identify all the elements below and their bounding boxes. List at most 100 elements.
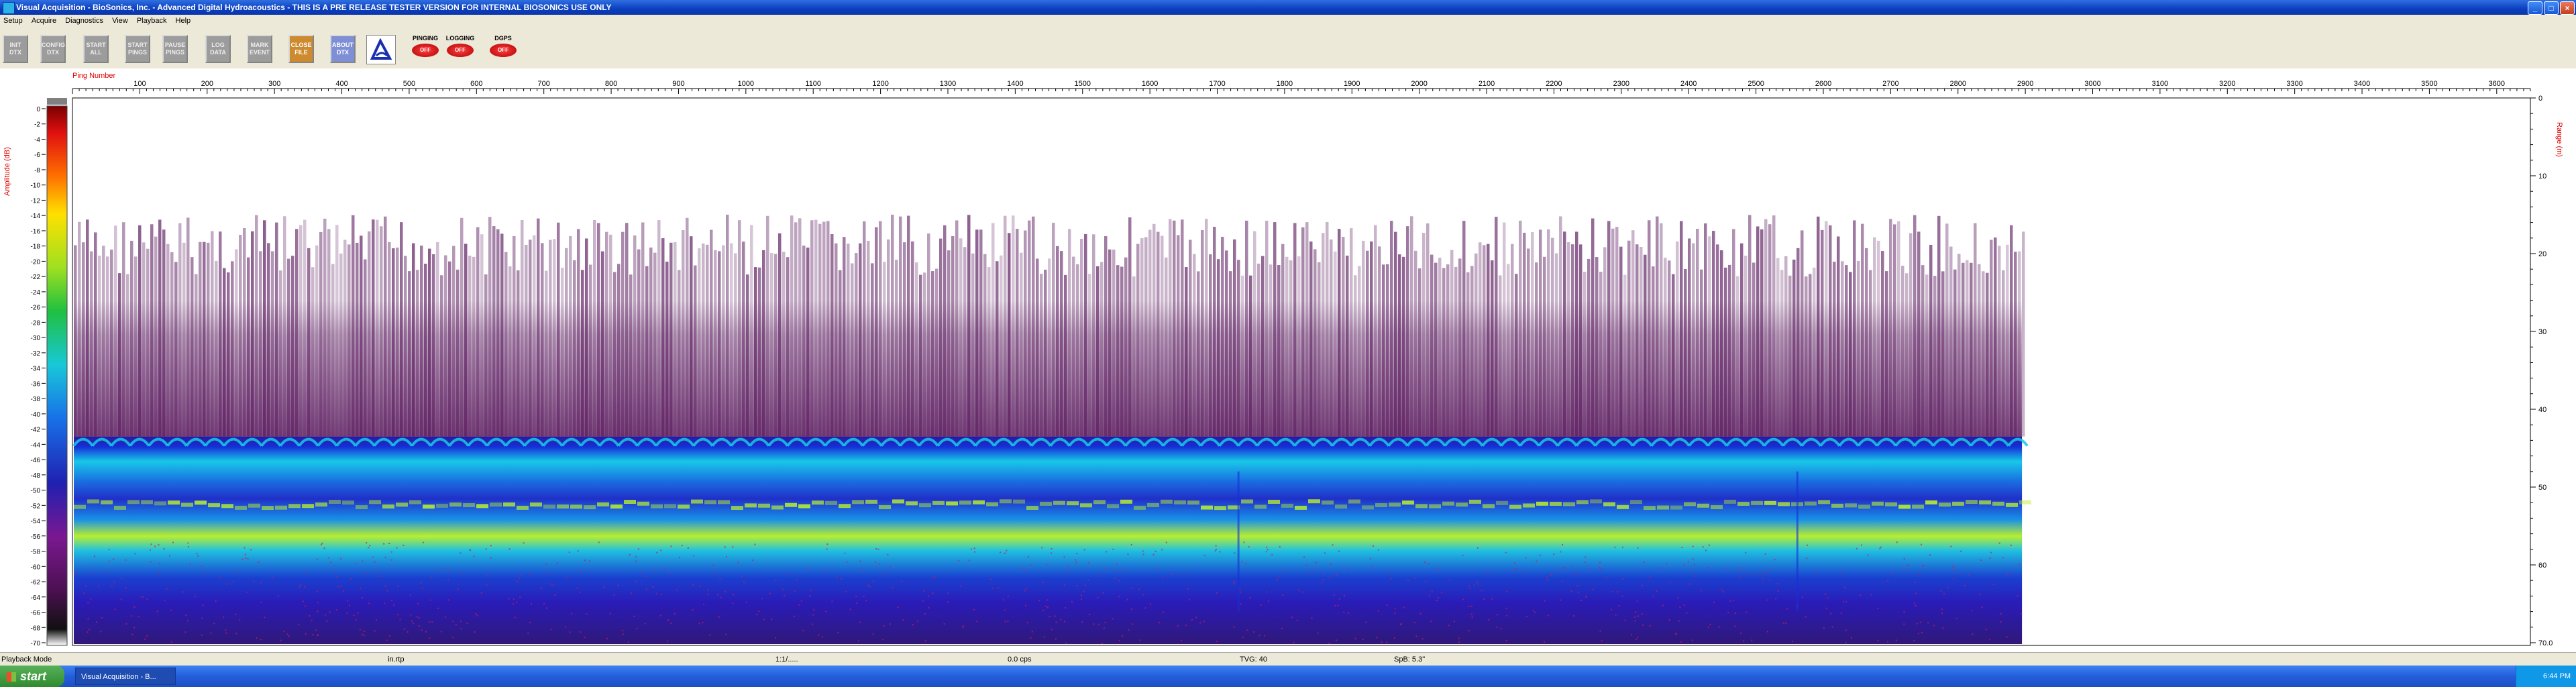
speckle-dot bbox=[378, 570, 380, 572]
speckle-dot bbox=[146, 635, 148, 637]
speckle-dot bbox=[1577, 592, 1579, 594]
core-segment bbox=[879, 505, 891, 509]
speckle-dot bbox=[1505, 551, 1507, 553]
speckle-dot bbox=[968, 560, 970, 562]
speckle-dot bbox=[1266, 591, 1267, 593]
speckle-dot bbox=[383, 543, 385, 545]
speckle-dot bbox=[1950, 545, 1952, 547]
core-segment bbox=[356, 505, 368, 510]
speckle-dot bbox=[550, 629, 552, 631]
amplitude-tick-label: -64 bbox=[31, 594, 41, 602]
color-scale-bar[interactable] bbox=[46, 105, 68, 646]
menu-acquire[interactable]: Acquire bbox=[28, 15, 60, 27]
maximize-button[interactable]: □ bbox=[2544, 1, 2559, 15]
speckle-dot bbox=[244, 553, 246, 556]
speckle-dot bbox=[580, 631, 582, 633]
speckle-dot bbox=[1038, 600, 1040, 602]
menu-diagnostics[interactable]: Diagnostics bbox=[62, 15, 107, 27]
core-segment bbox=[664, 504, 676, 509]
amplitude-tick-label: -54 bbox=[31, 518, 41, 525]
speckle-dot bbox=[203, 573, 205, 575]
speckle-dot bbox=[1006, 549, 1008, 551]
speckle-dot bbox=[1030, 637, 1032, 639]
menu-view[interactable]: View bbox=[109, 15, 131, 27]
speckle-dot bbox=[519, 577, 521, 579]
menu-playback[interactable]: Playback bbox=[133, 15, 170, 27]
speckle-dot bbox=[1144, 607, 1146, 609]
log-data-button[interactable]: LOG DATA bbox=[205, 35, 231, 63]
init-dtx-button[interactable]: INIT DTX bbox=[3, 35, 28, 63]
speckle-dot bbox=[1243, 541, 1245, 543]
core-segment bbox=[181, 503, 193, 507]
core-segment bbox=[1912, 505, 1924, 509]
indicator-label: LOGGING bbox=[445, 35, 475, 42]
pause-pings-button[interactable]: PAUSE PINGS bbox=[162, 35, 188, 63]
speckle-dot bbox=[712, 564, 714, 566]
speckle-dot bbox=[1065, 642, 1067, 644]
speckle-dot bbox=[1584, 562, 1586, 563]
speckle-dot bbox=[514, 617, 516, 619]
dgps-lamp: OFF bbox=[490, 44, 517, 57]
core-segment bbox=[1630, 500, 1642, 505]
speckle-dot bbox=[271, 576, 273, 578]
minimize-button[interactable]: _ bbox=[2528, 1, 2542, 15]
speckle-dot bbox=[1187, 588, 1189, 590]
speckle-dot bbox=[1968, 574, 1970, 576]
mark-event-button[interactable]: MARK EVENT bbox=[247, 35, 272, 63]
speckle-dot bbox=[1301, 591, 1303, 593]
speckle-dot bbox=[396, 547, 398, 549]
close-file-button[interactable]: CLOSE FILE bbox=[288, 35, 314, 63]
core-segment bbox=[1737, 501, 1750, 506]
speckle-dot bbox=[150, 561, 152, 563]
speckle-dot bbox=[402, 544, 405, 546]
taskbar-item-visual-acquisition[interactable]: Visual Acquisition - B... bbox=[75, 668, 176, 685]
speckle-dot bbox=[568, 551, 570, 553]
speckle-dot bbox=[1601, 640, 1603, 642]
speckle-dot bbox=[1242, 637, 1244, 638]
core-segment bbox=[1778, 502, 1790, 507]
speckle-dot bbox=[667, 640, 669, 642]
menu-setup[interactable]: Setup bbox=[0, 15, 26, 27]
core-segment bbox=[1670, 505, 1682, 510]
speckle-dot bbox=[1087, 579, 1089, 581]
speckle-dot bbox=[1674, 633, 1676, 635]
speckle-dot bbox=[1347, 568, 1349, 570]
speckle-dot bbox=[337, 586, 339, 588]
menu-help[interactable]: Help bbox=[172, 15, 195, 27]
speckle-dot bbox=[1743, 570, 1745, 572]
speckle-dot bbox=[692, 584, 694, 586]
ping-tick-label: 2200 bbox=[1546, 80, 1562, 88]
config-dtx-button[interactable]: CONFIG DTX bbox=[40, 35, 66, 63]
about-dtx-button[interactable]: ABOUT DTX bbox=[330, 35, 356, 63]
speckle-dot bbox=[1477, 547, 1479, 549]
speckle-dot bbox=[1769, 579, 1770, 581]
speckle-dot bbox=[260, 639, 262, 641]
speckle-dot bbox=[1122, 635, 1123, 637]
speckle-dot bbox=[1093, 623, 1095, 625]
speckle-dot bbox=[1915, 582, 1916, 583]
start-all-button[interactable]: START ALL bbox=[83, 35, 109, 63]
close-button[interactable]: × bbox=[2560, 1, 2575, 15]
speckle-dot bbox=[245, 558, 247, 560]
core-segment bbox=[1362, 505, 1374, 510]
core-segment bbox=[449, 502, 462, 507]
start-button[interactable]: start bbox=[0, 666, 64, 687]
ping-tick-label: 1300 bbox=[940, 80, 956, 88]
speckle-dot bbox=[1860, 544, 1862, 546]
core-segment bbox=[678, 505, 690, 509]
speckle-dot bbox=[1116, 563, 1118, 565]
speckle-dot bbox=[584, 636, 586, 638]
speckle-dot bbox=[486, 575, 488, 577]
start-pings-button[interactable]: START PINGS bbox=[125, 35, 150, 63]
amplitude-tick-label: -58 bbox=[31, 549, 41, 556]
speckle-dot bbox=[109, 560, 111, 562]
speckle-dot bbox=[1679, 606, 1681, 608]
speckle-dot bbox=[1952, 566, 1954, 568]
speckle-dot bbox=[1743, 640, 1745, 642]
speckle-dot bbox=[1688, 583, 1690, 585]
dgps-indicator: DGPS OFF bbox=[486, 35, 521, 64]
speckle-dot bbox=[133, 606, 136, 608]
core-segment bbox=[745, 503, 757, 508]
core-segment bbox=[396, 503, 408, 507]
core-segment bbox=[275, 505, 287, 510]
